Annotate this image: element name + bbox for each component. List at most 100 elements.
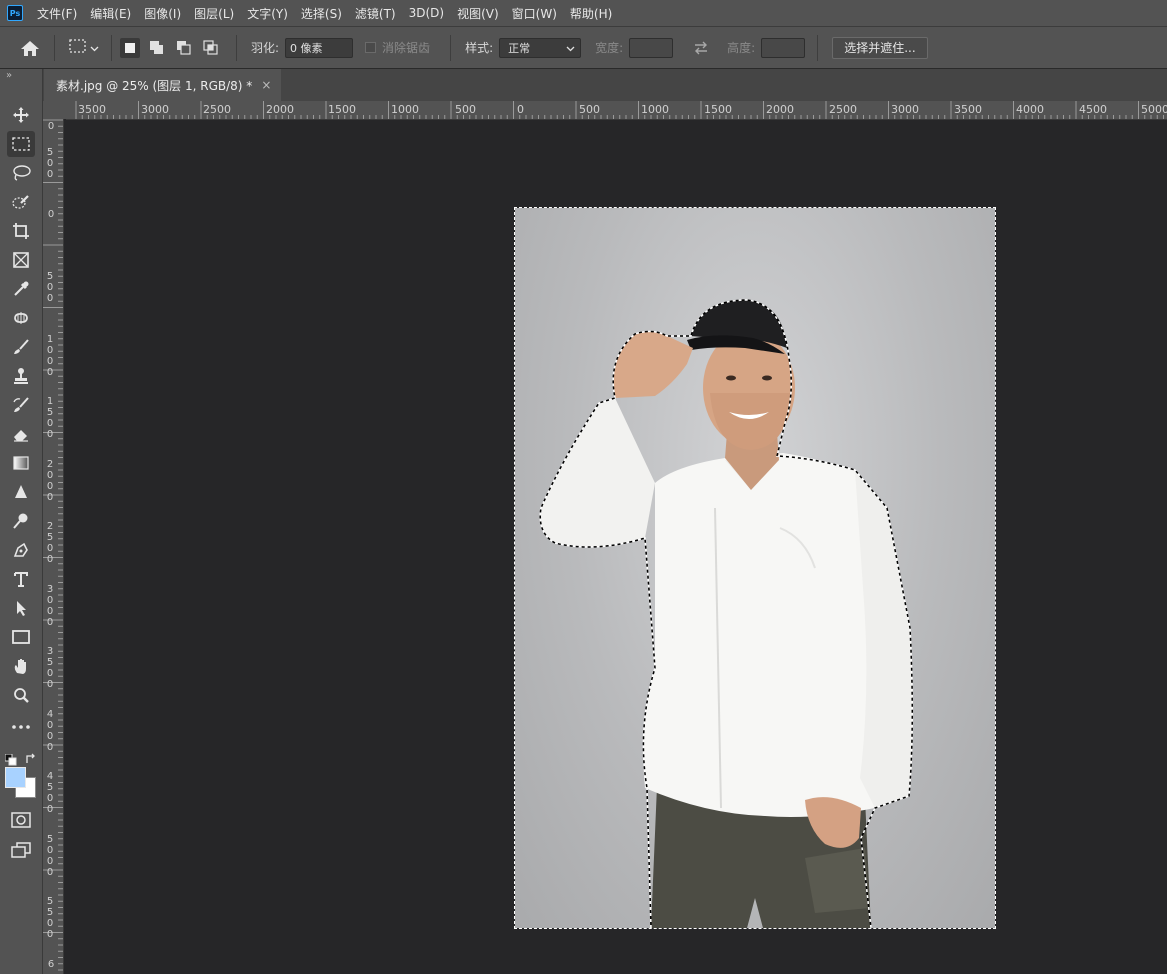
ruler-label: 1500	[704, 103, 732, 116]
stamp-tool-icon[interactable]	[7, 363, 35, 389]
type-tool-icon[interactable]	[7, 566, 35, 592]
chevron-down-icon	[566, 46, 575, 51]
ruler-label: 6	[47, 959, 55, 970]
ruler-label: 3000	[891, 103, 919, 116]
foreground-color-swatch[interactable]	[5, 767, 26, 788]
photoshop-logo-icon: Ps	[7, 5, 23, 21]
divider	[54, 34, 55, 61]
intersect-selection-button[interactable]	[201, 38, 221, 58]
collapse-panel-icon[interactable]: »	[6, 70, 12, 81]
rectangle-tool-icon[interactable]	[7, 624, 35, 650]
menu-filter[interactable]: 滤镜(T)	[355, 5, 396, 22]
ruler-label: 3000	[46, 584, 54, 628]
ruler-label: 500	[46, 271, 54, 304]
width-label: 宽度:	[595, 41, 624, 55]
tools-panel: »	[0, 69, 43, 974]
marquee-tool-icon[interactable]	[7, 131, 35, 157]
ruler-label: 1500	[46, 396, 54, 440]
history-brush-tool-icon[interactable]	[7, 392, 35, 418]
ruler-label: 5000	[1141, 103, 1167, 116]
dodge-tool-icon[interactable]	[7, 508, 35, 534]
style-select[interactable]: 正常	[499, 37, 582, 58]
divider	[111, 34, 112, 61]
menu-image[interactable]: 图像(I)	[144, 5, 181, 22]
menu-3d[interactable]: 3D(D)	[409, 6, 444, 20]
ruler-label: 0	[47, 121, 55, 132]
ruler-label: 4500	[1079, 103, 1107, 116]
eyedropper-tool-icon[interactable]	[7, 276, 35, 302]
style-label: 样式:	[465, 41, 494, 55]
antialias-checkbox[interactable]	[365, 42, 377, 53]
ruler-label: 4000	[1016, 103, 1044, 116]
selection-marching-ants	[539, 299, 914, 928]
subtract-from-selection-button[interactable]	[174, 38, 194, 58]
gradient-tool-icon[interactable]	[7, 450, 35, 476]
vertical-ruler[interactable]: 0 500 0 500 1000 1500 2000 2500 3000 350…	[43, 119, 64, 974]
width-input[interactable]	[629, 37, 674, 58]
ruler-label: 500	[455, 103, 476, 116]
brush-tool-icon[interactable]	[7, 334, 35, 360]
swap-colors-icon[interactable]	[25, 750, 37, 769]
ruler-label: 2000	[266, 103, 294, 116]
height-label: 高度:	[727, 41, 756, 55]
ruler-label: 4000	[46, 709, 54, 753]
select-and-mask-button[interactable]: 选择并遮住...	[832, 36, 928, 59]
ruler-label: 2500	[203, 103, 231, 116]
new-selection-button[interactable]	[120, 37, 140, 58]
ruler-label: 2500	[46, 521, 54, 565]
zoom-tool-icon[interactable]	[7, 682, 35, 708]
hand-tool-icon[interactable]	[7, 653, 35, 679]
lasso-tool-icon[interactable]	[7, 160, 35, 186]
height-input[interactable]	[761, 37, 806, 58]
menu-help[interactable]: 帮助(H)	[570, 5, 612, 22]
menu-layer[interactable]: 图层(L)	[194, 5, 234, 22]
crop-tool-icon[interactable]	[7, 218, 35, 244]
options-bar: 羽化: 0 像素 消除锯齿 样式: 正常 宽度: 高度: 选择并遮住...	[0, 27, 1167, 69]
more-tools-icon[interactable]	[7, 714, 35, 740]
chevron-down-icon	[90, 41, 99, 55]
ruler-label: 3000	[141, 103, 169, 116]
document-tab-bar: 素材.jpg @ 25% (图层 1, RGB/8) * ×	[0, 69, 1167, 101]
screen-mode-icon[interactable]	[7, 837, 35, 863]
menu-type[interactable]: 文字(Y)	[247, 5, 288, 22]
quick-select-tool-icon[interactable]	[7, 189, 35, 215]
blur-tool-icon[interactable]	[7, 479, 35, 505]
swap-dimensions-icon[interactable]	[689, 41, 713, 55]
move-tool-icon[interactable]	[7, 102, 35, 128]
ruler-label: 1000	[641, 103, 669, 116]
close-icon[interactable]: ×	[261, 78, 271, 92]
ruler-label: 1500	[328, 103, 356, 116]
menu-bar: Ps 文件(F) 编辑(E) 图像(I) 图层(L) 文字(Y) 选择(S) 滤…	[0, 0, 1167, 27]
style-value: 正常	[508, 41, 531, 55]
quick-mask-icon[interactable]	[7, 807, 35, 833]
ruler-label: 3500	[78, 103, 106, 116]
horizontal-ruler[interactable]: 3500 3000 2500 2000 1500 1000 500 0 500 …	[66, 101, 1167, 120]
menu-file[interactable]: 文件(F)	[37, 5, 77, 22]
pen-tool-icon[interactable]	[7, 537, 35, 563]
ruler-label: 1000	[46, 334, 54, 378]
home-icon[interactable]	[14, 34, 46, 62]
menu-window[interactable]: 窗口(W)	[512, 5, 557, 22]
menu-select[interactable]: 选择(S)	[301, 5, 342, 22]
frame-tool-icon[interactable]	[7, 247, 35, 273]
ruler-label: 2500	[829, 103, 857, 116]
ruler-label: 1000	[391, 103, 419, 116]
healing-tool-icon[interactable]	[7, 305, 35, 331]
document-tab-title: 素材.jpg @ 25% (图层 1, RGB/8) *	[56, 78, 253, 93]
path-select-tool-icon[interactable]	[7, 595, 35, 621]
document-tab[interactable]: 素材.jpg @ 25% (图层 1, RGB/8) * ×	[44, 69, 282, 101]
divider	[450, 34, 452, 61]
ruler-label: 4500	[46, 771, 54, 815]
ruler-label: 5500	[46, 896, 54, 940]
feather-label: 羽化:	[251, 41, 280, 55]
eraser-tool-icon[interactable]	[7, 421, 35, 447]
add-to-selection-button[interactable]	[147, 38, 167, 58]
ruler-corner	[43, 101, 66, 119]
document-image[interactable]	[514, 207, 996, 929]
ruler-label: 5000	[46, 834, 54, 878]
feather-input[interactable]: 0 像素	[285, 37, 354, 58]
menu-view[interactable]: 视图(V)	[457, 5, 499, 22]
antialias-label: 消除锯齿	[382, 41, 431, 55]
tool-preset-picker[interactable]	[63, 34, 103, 62]
menu-edit[interactable]: 编辑(E)	[90, 5, 131, 22]
